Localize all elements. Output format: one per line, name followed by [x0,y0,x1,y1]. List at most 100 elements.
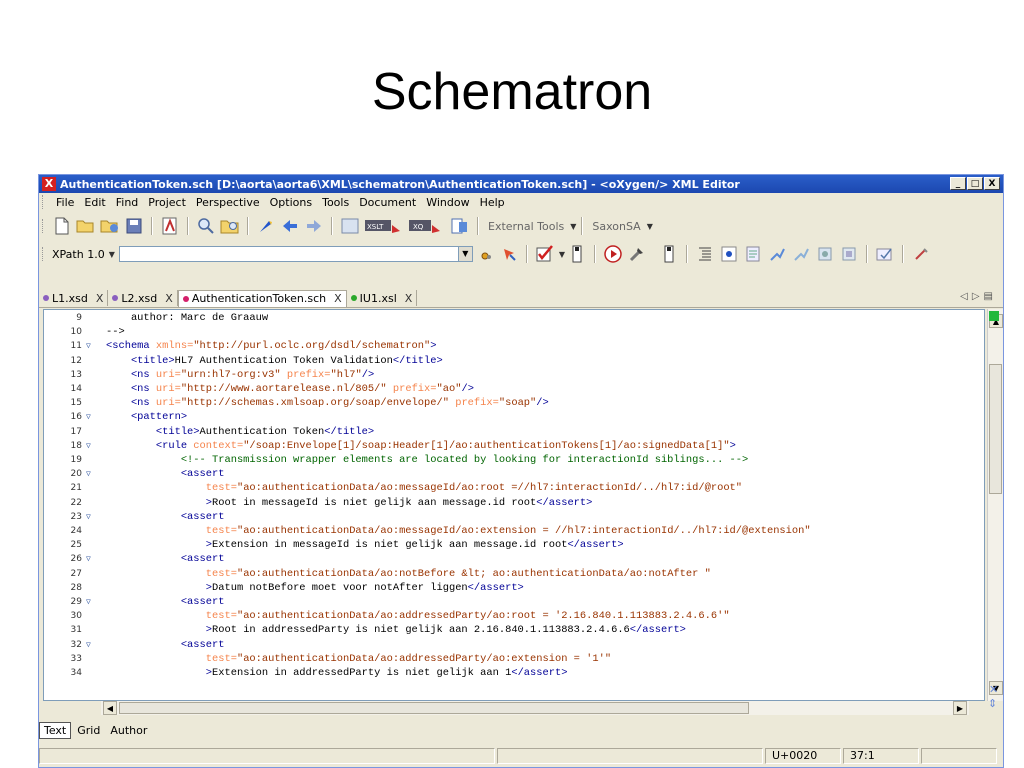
code-line[interactable]: 27 test="ao:authenticationData/ao:notBef… [44,568,984,581]
code-line[interactable]: 14 <ns uri="http://www.aortarelease.nl/8… [44,383,984,396]
sign-icon[interactable] [875,244,895,264]
save-icon[interactable] [124,216,144,236]
fold-toggle-icon[interactable]: ▽ [86,411,91,424]
code-line[interactable]: 34 >Extension in addressedParty is niet … [44,667,984,680]
tree-editor-icon[interactable] [450,216,470,236]
mode-text[interactable]: Text [39,721,72,739]
tab-l1-xsd[interactable]: L1.xsd X [39,290,109,306]
scroll-right-icon[interactable]: ▶ [953,701,967,715]
code-line[interactable]: 31 >Root in addressedParty is niet gelij… [44,624,984,637]
code-line[interactable]: 26 ▽ <assert [44,553,984,566]
xslt-transform-icon[interactable]: XSLT [364,216,404,236]
close-icon[interactable]: X [96,292,104,305]
format-icon[interactable] [567,244,587,264]
format-indent-icon[interactable] [659,244,679,264]
vertical-scroll-thumb[interactable] [989,364,1002,494]
configure-transformation-icon[interactable] [340,216,360,236]
code-line[interactable]: 33 test="ao:authenticationData/ao:addres… [44,653,984,666]
debugger-icon[interactable] [627,244,647,264]
mode-grid[interactable]: Grid [73,723,104,738]
open-folder-icon[interactable] [76,216,96,236]
code-line[interactable]: 18 ▽ <rule context="/soap:Envelope[1]/soa… [44,440,984,453]
back-icon[interactable] [256,216,276,236]
code-line[interactable]: 23 ▽ <assert [44,511,984,524]
find-in-files-icon[interactable] [220,216,240,236]
code-line[interactable]: 10 --> [44,326,984,339]
arrow-left-icon[interactable] [280,216,300,236]
arrow-right-icon[interactable] [304,216,324,236]
code-line[interactable]: 9 author: Marc de Graauw [44,312,984,325]
code-line[interactable]: 32 ▽ <assert [44,639,984,652]
saxonsa-menu[interactable]: SaxonSA [592,220,640,233]
chevron-down-icon[interactable]: ▼ [109,250,115,259]
fold-toggle-icon[interactable]: ▽ [86,553,91,566]
close-icon[interactable]: X [405,292,413,305]
tab-l2-xsd[interactable]: L2.xsd X [108,290,178,306]
schema-tool-b-icon[interactable] [791,244,811,264]
code-line[interactable]: 29 ▽ <assert [44,596,984,609]
validate-document-icon[interactable] [160,216,180,236]
code-line[interactable]: 13 <ns uri="urn:hl7-org:v3" prefix="hl7"… [44,369,984,382]
tools-icon[interactable] [911,244,931,264]
maximize-button[interactable]: □ [967,177,983,190]
code-editor[interactable]: 9 author: Marc de Graauw 10 --> 11 ▽ <schema … [43,309,985,701]
xquery-transform-icon[interactable]: XQ [408,216,446,236]
menu-window[interactable]: Window [426,196,469,209]
tab-navigation-icons[interactable]: ◁▷▤ [960,291,997,302]
menu-file[interactable]: File [56,196,74,209]
menu-help[interactable]: Help [480,196,505,209]
schema-tool-a-icon[interactable] [767,244,787,264]
split-editor-icon[interactable]: ⇕ [988,697,997,710]
code-line[interactable]: 28 >Datum notBefore moet voor notAfter l… [44,582,984,595]
code-line[interactable]: 21 test="ao:authenticationData/ao:messag… [44,482,984,495]
fold-toggle-icon[interactable]: ▽ [86,340,91,353]
menu-document[interactable]: Document [359,196,416,209]
run-transformation-icon[interactable] [603,244,623,264]
code-line[interactable]: 12 <title>HL7 Authentication Token Valid… [44,355,984,368]
indent-lines-icon[interactable] [695,244,715,264]
menu-perspective[interactable]: Perspective [196,196,260,209]
split-close-icon[interactable]: ✕ [989,683,998,696]
chevron-down-icon[interactable]: ▼ [559,250,565,259]
horizontal-scrollbar[interactable]: ◀ ▶ [101,701,969,715]
close-button[interactable]: X [984,177,1000,190]
menu-options[interactable]: Options [270,196,312,209]
xpath-input[interactable] [118,246,459,262]
fold-toggle-icon[interactable]: ▽ [86,440,91,453]
horizontal-scroll-thumb[interactable] [119,702,749,714]
xpath-pointer-icon[interactable] [499,244,519,264]
find-icon[interactable] [196,216,216,236]
xpath-history-dropdown[interactable]: ▼ [457,246,473,262]
outline-icon[interactable] [719,244,739,264]
fold-toggle-icon[interactable]: ▽ [86,511,91,524]
webdav-icon[interactable] [839,244,859,264]
xpath-version-select[interactable]: XPath 1.0 [52,248,105,261]
menu-edit[interactable]: Edit [84,196,105,209]
menu-tools[interactable]: Tools [322,196,349,209]
xpath-settings-icon[interactable] [475,244,495,264]
close-icon[interactable]: X [334,292,342,305]
external-tools-menu[interactable]: External Tools [488,220,564,233]
code-line[interactable]: 25 >Extension in messageId is niet gelij… [44,539,984,552]
tab-authenticationtoken-sch[interactable]: AuthenticationToken.sch X [177,289,347,307]
database-icon[interactable] [815,244,835,264]
minimize-button[interactable]: _ [950,177,966,190]
scroll-left-icon[interactable]: ◀ [103,701,117,715]
code-line[interactable]: 24 test="ao:authenticationData/ao:messag… [44,525,984,538]
chevron-down-icon[interactable]: ▼ [647,222,653,231]
mode-author[interactable]: Author [106,723,151,738]
menu-project[interactable]: Project [148,196,186,209]
code-line[interactable]: 30 test="ao:authenticationData/ao:addres… [44,610,984,623]
fold-toggle-icon[interactable]: ▽ [86,468,91,481]
menu-find[interactable]: Find [116,196,139,209]
generate-docs-icon[interactable] [743,244,763,264]
code-line[interactable]: 16 ▽ <pattern> [44,411,984,424]
open-url-icon[interactable] [100,216,120,236]
code-line[interactable]: 22 >Root in messageId is niet gelijk aan… [44,497,984,510]
fold-toggle-icon[interactable]: ▽ [86,639,91,652]
vertical-scrollbar[interactable]: ▲ ▼ [987,309,1003,701]
validate-icon[interactable] [535,244,555,264]
new-file-icon[interactable] [52,216,72,236]
code-line[interactable]: 11 ▽ <schema xmlns="http://purl.oclc.org/d… [44,340,984,353]
code-line[interactable]: 15 <ns uri="http://schemas.xmlsoap.org/s… [44,397,984,410]
